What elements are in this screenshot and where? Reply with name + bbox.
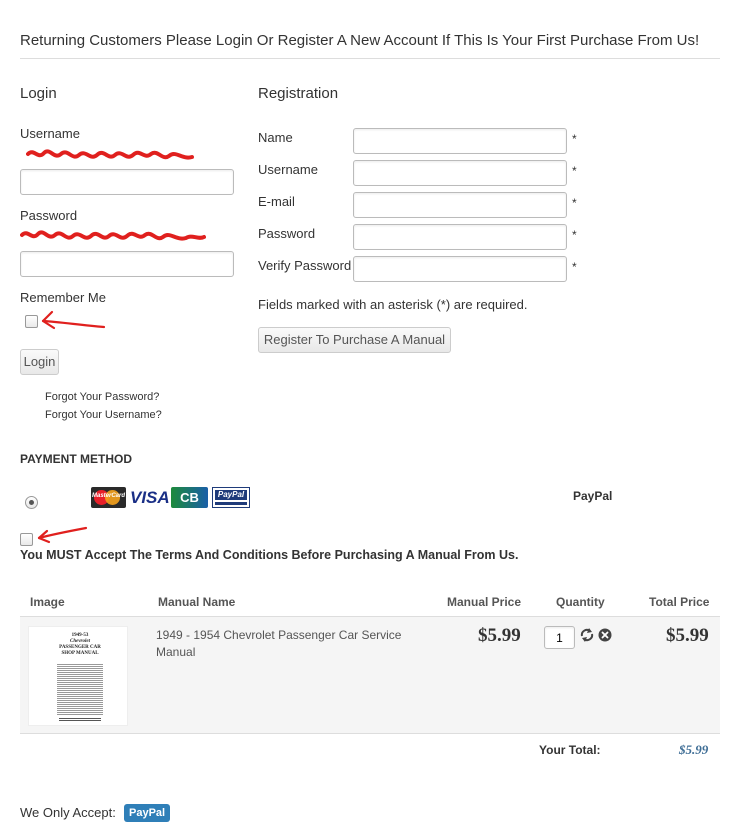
line-total: $5.99 [666,625,709,646]
reg-verify-password-label: Verify Password [258,258,352,273]
col-header-name: Manual Name [158,595,236,609]
payment-method-name: PayPal [573,489,613,503]
mastercard-logo: MasterCard [91,487,126,508]
col-header-image: Image [30,595,65,609]
required-marker: * [572,228,577,242]
total-value: $5.99 [679,742,709,757]
reg-name-input[interactable] [353,128,567,154]
reg-email-label: E-mail [258,194,295,209]
terms-text: You MUST Accept The Terms And Conditions… [20,548,519,562]
login-username-label: Username [20,126,80,141]
remember-me-checkbox[interactable] [25,315,38,328]
accept-label: We Only Accept: [20,805,116,820]
register-button[interactable]: Register To Purchase A Manual [258,327,451,353]
login-username-input[interactable] [20,169,234,195]
login-password-input[interactable] [20,251,234,277]
remember-me-label: Remember Me [20,290,106,305]
col-header-quantity: Quantity [556,595,605,609]
login-password-label: Password [20,208,78,223]
cb-logo: CB [171,487,208,508]
reg-password-label: Password [258,226,316,241]
manual-name[interactable]: 1949 - 1954 Chevrolet Passenger Car Serv… [156,627,426,661]
reg-name-label: Name [258,130,293,145]
remove-icon[interactable] [598,628,612,642]
forgot-username-link[interactable]: Forgot Your Username? [45,409,162,421]
login-title: Login [20,85,57,102]
redaction-scribble [26,149,194,160]
forgot-password-link[interactable]: Forgot Your Password? [45,391,159,403]
terms-checkbox[interactable] [20,533,33,546]
required-marker: * [572,196,577,210]
radio-dot [29,500,34,505]
col-header-price: Manual Price [447,595,522,609]
redaction-scribble [20,230,206,241]
reg-username-label: Username [258,162,318,177]
reg-email-input[interactable] [353,192,567,218]
heading-divider [20,58,720,59]
required-fields-note: Fields marked with an asterisk (*) are r… [258,297,528,312]
registration-title: Registration [258,85,339,102]
col-header-total: Total Price [649,595,710,609]
paypal-badge: PayPal [124,804,171,822]
page-heading: Returning Customers Please Login Or Regi… [20,32,700,49]
manual-price: $5.99 [478,625,521,646]
reg-password-input[interactable] [353,224,567,250]
table-row: 1949-53 Chevrolet PASSENGER CAR SHOP MAN… [20,616,720,734]
annotation-arrow-icon [41,310,106,330]
annotation-arrow-icon [37,526,88,544]
reg-username-input[interactable] [353,160,567,186]
paypal-card-logo: PayPal [212,487,250,508]
required-marker: * [572,132,577,146]
manual-thumbnail[interactable]: 1949-53 Chevrolet PASSENGER CAR SHOP MAN… [28,626,128,726]
payment-radio[interactable] [25,496,38,509]
total-label: Your Total: [539,743,601,757]
refresh-icon[interactable] [580,628,594,642]
quantity-input[interactable] [544,626,575,649]
required-marker: * [572,164,577,178]
payment-method-title: PAYMENT METHOD [20,452,133,466]
visa-logo: VISA [130,487,170,508]
reg-verify-password-input[interactable] [353,256,567,282]
login-button[interactable]: Login [20,349,59,375]
required-marker: * [572,260,577,274]
